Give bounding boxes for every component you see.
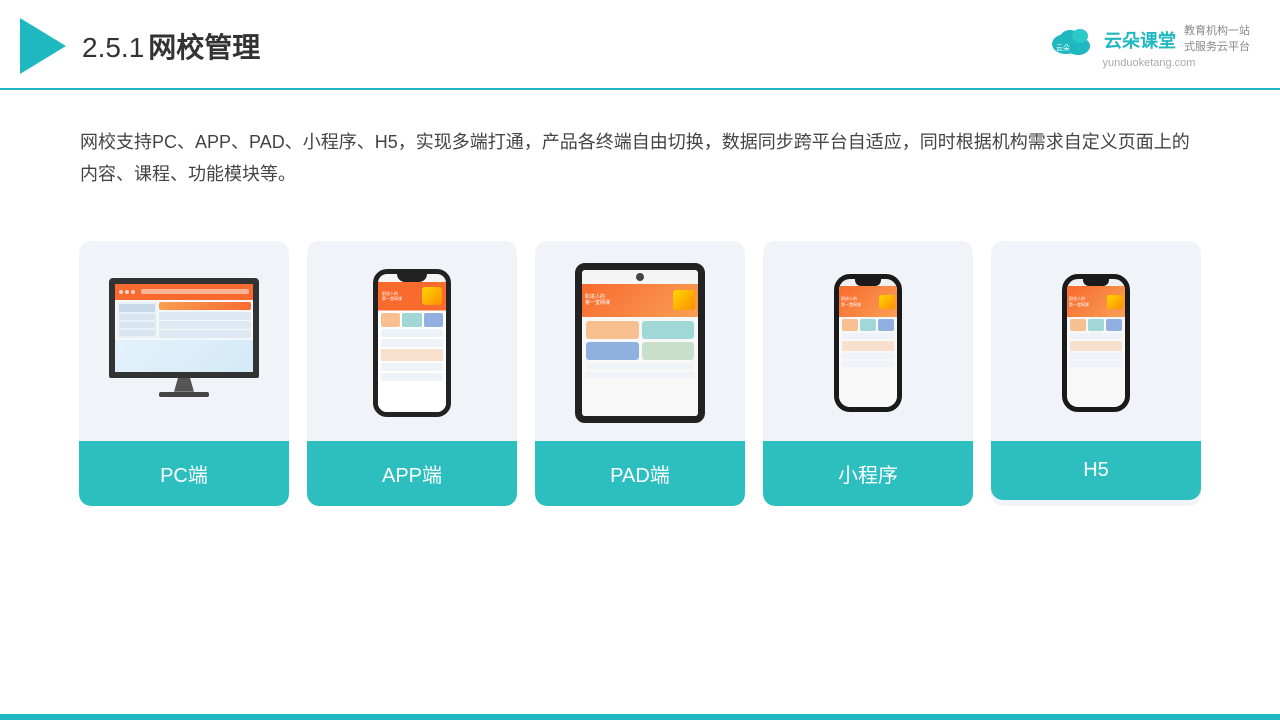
- logo-triangle-icon: [20, 18, 66, 74]
- monitor-screen: [109, 278, 259, 378]
- card-miniprogram: 职进人的第一堂网课: [763, 241, 973, 506]
- brand-name: 云朵课堂: [1104, 27, 1176, 53]
- svg-text:云朵: 云朵: [1056, 44, 1070, 52]
- card-pc: PC端: [79, 241, 289, 506]
- brand-url: yunduoketang.com: [1103, 57, 1196, 69]
- cloud-icon: 云朵: [1048, 24, 1096, 56]
- description-text: 网校支持PC、APP、PAD、小程序、H5，实现多端打通，产品各终端自由切换，数…: [0, 90, 1280, 191]
- header-left: 2.5.1网校管理: [20, 18, 260, 74]
- mini-screen: 职进人的第一堂网课: [839, 286, 897, 407]
- brand-logo: 云朵 云朵课堂 教育机构一站 式服务云平台: [1048, 24, 1250, 56]
- card-pc-label: PC端: [79, 441, 289, 506]
- brand-tagline: 教育机构一站: [1184, 24, 1250, 39]
- bottom-bar: [0, 714, 1280, 720]
- card-pad-image: 职进人的第一堂网课: [535, 241, 745, 441]
- card-pad: 职进人的第一堂网课: [535, 241, 745, 506]
- header: 2.5.1网校管理 云朵 云朵课堂 教育机构一站 式服务云平台 yunduoke…: [0, 0, 1280, 90]
- brand-tagline2: 式服务云平台: [1184, 40, 1250, 55]
- h5-phone-icon: 职进人的第一堂网课: [1062, 274, 1130, 412]
- pad-screen: 职进人的第一堂网课: [582, 284, 698, 416]
- pc-monitor-icon: [104, 278, 264, 408]
- card-miniprogram-label: 小程序: [763, 441, 973, 506]
- cards-section: PC端 职进人的第一堂网课: [0, 201, 1280, 506]
- mini-notch: [855, 279, 881, 286]
- description-paragraph: 网校支持PC、APP、PAD、小程序、H5，实现多端打通，产品各终端自由切换，数…: [80, 126, 1200, 191]
- h5-notch: [1083, 279, 1109, 286]
- pad-icon: 职进人的第一堂网课: [575, 263, 705, 423]
- card-h5: 职进人的第一堂网课: [991, 241, 1201, 506]
- card-app: 职进人的第一堂网课: [307, 241, 517, 506]
- card-app-image: 职进人的第一堂网课: [307, 241, 517, 441]
- card-pad-label: PAD端: [535, 441, 745, 506]
- card-miniprogram-image: 职进人的第一堂网课: [763, 241, 973, 441]
- title-text: 网校管理: [148, 32, 260, 63]
- phone-notch: [397, 274, 427, 282]
- card-h5-image: 职进人的第一堂网课: [991, 241, 1201, 441]
- phone-screen: 职进人的第一堂网课: [378, 282, 446, 412]
- section-number: 2.5.1: [82, 32, 144, 63]
- card-pc-image: [79, 241, 289, 441]
- card-h5-label: H5: [991, 441, 1201, 500]
- card-app-label: APP端: [307, 441, 517, 506]
- pad-camera: [636, 273, 644, 281]
- h5-screen: 职进人的第一堂网课: [1067, 286, 1125, 407]
- brand-area: 云朵 云朵课堂 教育机构一站 式服务云平台 yunduoketang.com: [1048, 24, 1250, 69]
- page-title: 2.5.1网校管理: [82, 26, 260, 66]
- app-phone-icon: 职进人的第一堂网课: [373, 269, 451, 417]
- miniprogram-phone-icon: 职进人的第一堂网课: [834, 274, 902, 412]
